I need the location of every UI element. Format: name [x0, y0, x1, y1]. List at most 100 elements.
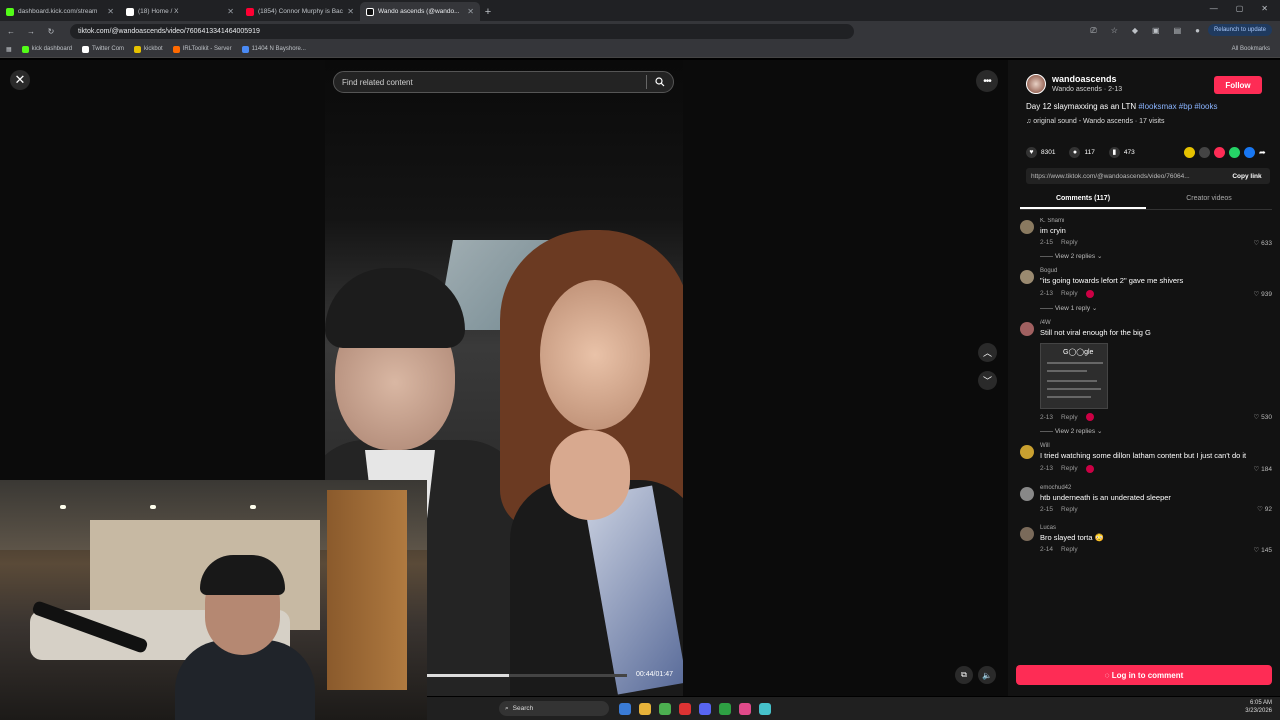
bookmark-item[interactable]: IRLToolkit - Server	[172, 45, 232, 53]
embed-icon[interactable]	[1199, 146, 1210, 158]
browser-tab[interactable]: (18) Home / X ✕	[120, 2, 240, 21]
view-replies-button[interactable]: —— View 2 replies ⌄	[1040, 427, 1272, 435]
comment-user[interactable]: Lucas	[1040, 525, 1272, 531]
follow-button[interactable]: Follow	[1214, 76, 1262, 94]
view-replies-label: View 1 reply	[1054, 304, 1091, 312]
app-icon[interactable]	[759, 702, 771, 715]
comment-date: 2-13	[1040, 465, 1054, 472]
avatar[interactable]	[1020, 445, 1034, 460]
search-icon[interactable]	[647, 77, 673, 87]
irltoolkit-icon	[172, 45, 180, 53]
next-video-button[interactable]: ﹀	[978, 371, 997, 390]
reload-icon[interactable]: ↻	[46, 27, 56, 36]
repost-icon[interactable]	[1184, 146, 1195, 158]
reply-button[interactable]: Reply	[1061, 239, 1078, 246]
relaunch-button[interactable]: Relaunch to update	[1207, 24, 1272, 36]
post-sound[interactable]: ♫ original sound - Wando ascends · 17 vi…	[1026, 118, 1164, 125]
avatar[interactable]	[1020, 486, 1034, 501]
app-icon[interactable]	[719, 702, 731, 715]
apps-icon[interactable]: ▦	[6, 46, 12, 53]
comment-user[interactable]: emochud42	[1040, 485, 1272, 491]
back-icon[interactable]: ←	[6, 27, 16, 36]
view-replies-button[interactable]: —— View 1 reply ⌄	[1040, 304, 1272, 312]
reply-button[interactable]: Reply	[1061, 506, 1078, 513]
system-tray-clock[interactable]: 6:05 AM 3/23/2026	[1245, 700, 1272, 716]
comment-user[interactable]: K. Shami	[1040, 218, 1272, 224]
browser-tab-active[interactable]: Wando ascends (@wando... ✕	[360, 2, 480, 21]
puzzle-icon[interactable]: ▣	[1152, 26, 1160, 36]
reply-button[interactable]: Reply	[1061, 290, 1078, 297]
bookmark-item[interactable]: kickbot	[134, 45, 163, 53]
comment-action[interactable]: ● 117	[1069, 146, 1095, 158]
close-player-button[interactable]: ✕	[10, 70, 30, 90]
save-action[interactable]: ▮ 473	[1108, 146, 1135, 158]
browser-tab[interactable]: (1854) Connor Murphy is Back... ✕	[240, 2, 360, 21]
avatar[interactable]	[1020, 321, 1034, 336]
tab-title: Wando ascends (@wando...	[378, 8, 460, 15]
bookmark-star-icon[interactable]: ☆	[1111, 26, 1118, 36]
maximize-icon[interactable]: ▢	[1236, 4, 1244, 13]
extension-icon[interactable]: ◆	[1132, 26, 1138, 36]
new-tab-button[interactable]: +	[480, 2, 496, 21]
related-search-input[interactable]	[334, 77, 646, 87]
avatar[interactable]	[1026, 74, 1046, 94]
tab-creator-videos[interactable]: Creator videos	[1146, 190, 1272, 209]
facebook-icon[interactable]	[1244, 146, 1255, 158]
reply-button[interactable]: Reply	[1061, 414, 1078, 421]
minimize-icon[interactable]: —	[1210, 4, 1218, 13]
close-window-icon[interactable]: ✕	[1261, 4, 1268, 13]
share-arrow-icon[interactable]: ➦	[1259, 147, 1270, 158]
comment-like[interactable]: ♡ 530	[1254, 413, 1273, 421]
discord-icon[interactable]	[699, 702, 711, 715]
author-username[interactable]: wandoascends	[1052, 74, 1117, 84]
address-bar[interactable]: tiktok.com/@wandoascends/video/760641334…	[70, 23, 854, 39]
comment-user[interactable]: Will	[1040, 443, 1272, 449]
task-view-icon[interactable]	[619, 702, 631, 715]
avatar[interactable]	[1020, 270, 1034, 285]
comment-user[interactable]: /4W	[1040, 320, 1272, 326]
profile-icon[interactable]: ●	[1195, 26, 1200, 36]
comment-like[interactable]: ♡ 939	[1254, 290, 1273, 298]
install-icon[interactable]: ⎚	[1090, 26, 1096, 36]
bookmark-item[interactable]: 11404 N Bayshore...	[241, 45, 306, 53]
reply-button[interactable]: Reply	[1061, 546, 1078, 553]
login-to-comment-button[interactable]: ◌ Log in to comment	[1016, 665, 1272, 685]
send-icon[interactable]	[1214, 146, 1225, 158]
previous-video-button[interactable]: ︿	[978, 343, 997, 362]
app-icon[interactable]	[739, 702, 751, 715]
all-bookmarks-button[interactable]: All Bookmarks	[1232, 46, 1270, 52]
comment-like[interactable]: ♡ 633	[1254, 239, 1273, 247]
avatar[interactable]	[1020, 526, 1034, 541]
bookmark-item[interactable]: kick dashboard	[21, 45, 72, 53]
sidepanel-icon[interactable]: ▤	[1174, 26, 1182, 36]
reply-button[interactable]: Reply	[1061, 465, 1078, 472]
volume-button[interactable]: 🔈	[978, 666, 996, 684]
app-icon[interactable]	[679, 702, 691, 715]
caption-hashtags[interactable]: #looksmax #bp #looks	[1138, 102, 1217, 111]
copy-link-button[interactable]: Copy link	[1224, 173, 1270, 180]
chrome-icon[interactable]	[659, 702, 671, 715]
whatsapp-icon[interactable]	[1229, 146, 1240, 158]
forward-icon[interactable]: →	[26, 27, 36, 36]
view-replies-button[interactable]: —— View 2 replies ⌄	[1040, 252, 1272, 260]
comment-like[interactable]: ♡ 184	[1254, 465, 1273, 473]
close-tab-icon[interactable]: ✕	[467, 7, 474, 16]
comment-like[interactable]: ♡ 92	[1257, 505, 1272, 513]
video-progress-bar[interactable]	[427, 674, 627, 677]
bookmark-item[interactable]: Twitter Com	[82, 45, 124, 53]
pip-button[interactable]: ⧉	[955, 666, 973, 684]
close-tab-icon[interactable]: ✕	[227, 7, 234, 16]
taskbar-search[interactable]: ⌕ Search	[499, 701, 609, 716]
like-action[interactable]: ♥ 8301	[1026, 146, 1055, 158]
close-icon: ✕	[14, 72, 26, 87]
comment-like[interactable]: ♡ 145	[1254, 546, 1273, 554]
close-tab-icon[interactable]: ✕	[347, 7, 354, 16]
avatar[interactable]	[1020, 220, 1034, 234]
comment-user[interactable]: Bogud	[1040, 268, 1272, 274]
close-tab-icon[interactable]: ✕	[107, 7, 114, 16]
tab-comments[interactable]: Comments (117)	[1020, 190, 1146, 209]
browser-tab[interactable]: dashboard.kick.com/stream ✕	[0, 2, 120, 21]
more-options-button[interactable]: •••	[976, 70, 998, 92]
comment-image[interactable]: G◯◯gle	[1040, 343, 1108, 410]
file-explorer-icon[interactable]	[639, 702, 651, 715]
